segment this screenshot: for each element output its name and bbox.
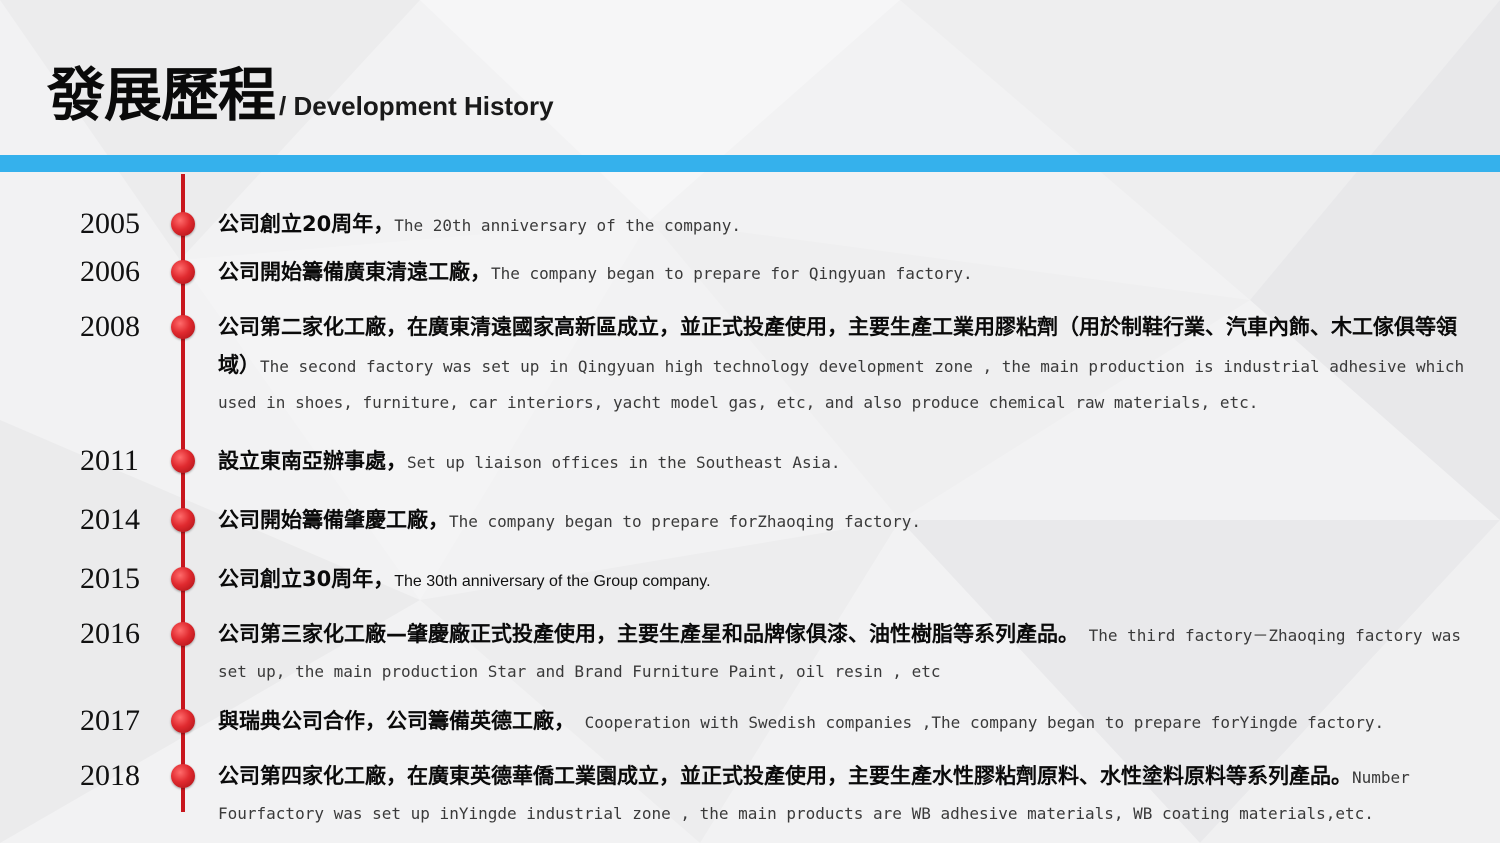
event-text-zh: 公司第三家化工廠—肇慶廠正式投產使用，主要生產星和品牌傢俱漆、油性樹脂等系列產品… — [218, 622, 1079, 646]
event-description: 公司第三家化工廠—肇慶廠正式投產使用，主要生產星和品牌傢俱漆、油性樹脂等系列產品… — [218, 616, 1468, 690]
header-accent-bar — [0, 155, 1500, 172]
event-text-zh: 公司第四家化工廠，在廣東英德華僑工業園成立，並正式投產使用，主要生產水性膠粘劑原… — [218, 764, 1352, 788]
page-title: 發展歷程 / Development History — [47, 48, 554, 132]
event-text-zh: 設立東南亞辦事處， — [218, 449, 407, 473]
event-year: 2011 — [80, 444, 139, 477]
event-text-en: The company began to prepare forZhaoqing… — [449, 512, 922, 531]
event-year: 2006 — [80, 255, 140, 288]
timeline-dot — [171, 622, 195, 646]
event-description: 公司第二家化工廠，在廣東清遠國家高新區成立，並正式投產使用，主要生產工業用膠粘劑… — [218, 309, 1468, 421]
event-year: 2005 — [80, 207, 140, 240]
event-year: 2017 — [80, 704, 140, 737]
timeline-dot — [171, 567, 195, 591]
event-text-en: The company began to prepare for Qingyua… — [491, 264, 973, 283]
event-description: 公司第四家化工廠，在廣東英德華僑工業園成立，並正式投產使用，主要生產水性膠粘劑原… — [218, 758, 1468, 832]
event-text-en: The 20th anniversary of the company. — [394, 216, 742, 235]
event-description: 公司創立30周年，The 30th anniversary of the Gro… — [218, 561, 1468, 600]
event-description: 設立東南亞辦事處，Set up liaison offices in the S… — [218, 443, 1468, 481]
event-text-zh: 公司創立20周年， — [218, 212, 395, 236]
title-chinese: 發展歷程 — [47, 61, 276, 129]
timeline-dot — [171, 260, 195, 284]
event-text-en: The 30th anniversary of the Group compan… — [394, 573, 711, 590]
event-description: 與瑞典公司合作，公司籌備英德工廠， Cooperation with Swedi… — [218, 703, 1468, 741]
event-year: 2018 — [80, 759, 140, 792]
event-text-en: The second factory was set up in Qingyua… — [218, 357, 1465, 412]
event-year: 2015 — [80, 562, 140, 595]
timeline-dot — [171, 315, 195, 339]
event-text-zh: 公司創立30周年， — [218, 567, 395, 591]
event-text-en: Cooperation with Swedish companies ,The … — [575, 713, 1385, 732]
event-year: 2016 — [80, 617, 140, 650]
event-description: 公司開始籌備肇慶工廠，The company began to prepare … — [218, 502, 1468, 540]
event-text-en: Set up liaison offices in the Southeast … — [407, 453, 841, 472]
event-year: 2008 — [80, 310, 140, 343]
event-text-zh: 與瑞典公司合作，公司籌備英德工廠， — [218, 709, 575, 733]
timeline-dot — [171, 764, 195, 788]
timeline-dot — [171, 709, 195, 733]
timeline-dot — [171, 212, 195, 236]
event-description: 公司開始籌備廣東清遠工廠，The company began to prepar… — [218, 254, 1468, 292]
timeline-dot — [171, 449, 195, 473]
event-description: 公司創立20周年，The 20th anniversary of the com… — [218, 206, 1468, 244]
event-year: 2014 — [80, 503, 140, 536]
title-english: / Development History — [279, 91, 554, 121]
event-text-zh: 公司開始籌備肇慶工廠， — [218, 508, 449, 532]
timeline-dot — [171, 508, 195, 532]
event-text-zh: 公司開始籌備廣東清遠工廠， — [218, 260, 491, 284]
